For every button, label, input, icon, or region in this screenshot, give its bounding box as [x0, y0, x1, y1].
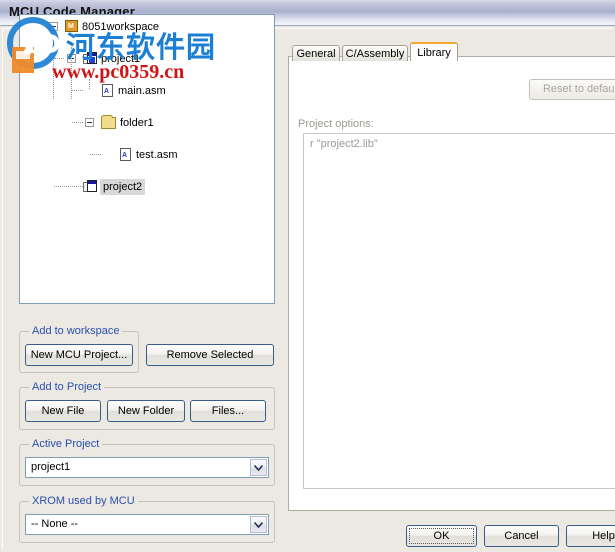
- expander-collapse-icon[interactable]: [85, 118, 94, 127]
- add-to-workspace-title: Add to workspace: [29, 325, 123, 337]
- chevron-down-icon[interactable]: [250, 459, 267, 476]
- mcu-code-manager-window: MCU Code Manager 8051workspace: [0, 0, 615, 552]
- workspace-icon: [65, 19, 78, 35]
- folder-icon: [101, 115, 116, 129]
- tree-line: [90, 154, 101, 156]
- library-tab-content: Reset to default Project options: r "pro…: [297, 67, 615, 504]
- tree-node-test-asm[interactable]: test.asm: [20, 146, 274, 164]
- project-options-textarea[interactable]: r "project2.lib": [303, 133, 615, 489]
- project-icon: [83, 180, 97, 193]
- xrom-title: XROM used by MCU: [29, 495, 138, 507]
- tree-node-project2[interactable]: project2: [20, 178, 274, 195]
- add-to-project-title: Add to Project: [29, 381, 105, 393]
- tree-line: [54, 186, 83, 188]
- tree-node-label[interactable]: project2: [100, 179, 146, 195]
- tree-node-label[interactable]: project1: [101, 51, 140, 67]
- tree-node-folder1[interactable]: folder1: [20, 114, 274, 130]
- tree-node-label[interactable]: 8051workspace: [82, 19, 159, 35]
- tab-general[interactable]: General: [292, 45, 340, 61]
- tree-node-workspace[interactable]: 8051workspace: [20, 18, 274, 35]
- project-options-value: r "project2.lib": [310, 138, 378, 150]
- active-project-combobox[interactable]: project1: [25, 457, 269, 478]
- tree-node-project1[interactable]: project1: [20, 50, 274, 66]
- new-mcu-project-button[interactable]: New MCU Project...: [25, 344, 133, 366]
- xrom-combobox[interactable]: -- None --: [25, 514, 269, 535]
- expander-collapse-icon[interactable]: [49, 22, 58, 31]
- tree-node-label[interactable]: folder1: [120, 115, 154, 131]
- files-button[interactable]: Files...: [190, 400, 266, 422]
- new-folder-button[interactable]: New Folder: [107, 400, 185, 422]
- cancel-button[interactable]: Cancel: [484, 525, 559, 547]
- remove-selected-button[interactable]: Remove Selected: [146, 344, 274, 366]
- active-project-value: project1: [31, 461, 71, 473]
- workspace-tree-panel[interactable]: 8051workspace project1 main.asm: [19, 14, 275, 304]
- tree-node-label[interactable]: main.asm: [118, 83, 166, 99]
- new-file-button[interactable]: New File: [25, 400, 101, 422]
- tab-c-assembly[interactable]: C/Assembly: [342, 45, 408, 61]
- asm-file-icon: [102, 84, 113, 100]
- ok-button[interactable]: OK: [406, 525, 477, 547]
- tree-node-main-asm[interactable]: main.asm: [20, 82, 274, 100]
- tree-line: [72, 122, 83, 124]
- settings-tabstrip[interactable]: General C/Assembly Library: [288, 42, 615, 61]
- asm-file-icon: [120, 148, 131, 164]
- xrom-value: -- None --: [31, 518, 79, 530]
- tree-line: [89, 79, 91, 89]
- reset-to-default-button[interactable]: Reset to default: [529, 79, 615, 100]
- tree-line: [54, 58, 64, 60]
- help-button[interactable]: Help: [566, 525, 615, 547]
- chevron-down-icon[interactable]: [250, 516, 267, 533]
- tree-node-label[interactable]: test.asm: [136, 147, 178, 163]
- workspace-tree[interactable]: 8051workspace project1 main.asm: [20, 15, 274, 195]
- project-options-label: Project options:: [298, 118, 374, 130]
- tree-line: [72, 90, 83, 92]
- tab-library[interactable]: Library: [410, 42, 458, 61]
- project-icon: [83, 52, 97, 65]
- active-project-title: Active Project: [29, 438, 103, 450]
